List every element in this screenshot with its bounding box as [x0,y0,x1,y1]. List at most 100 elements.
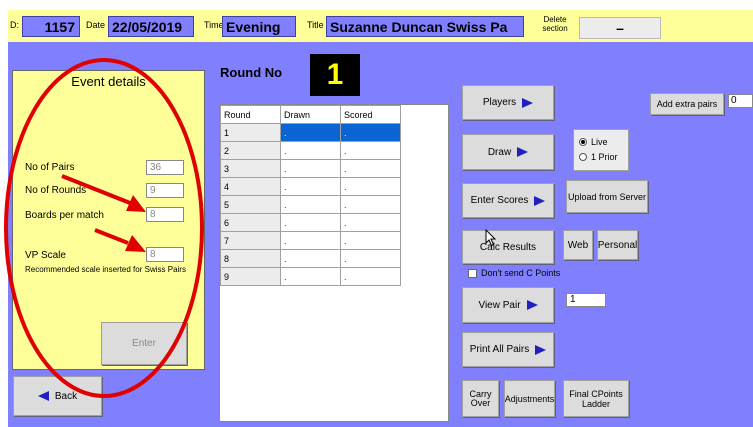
drawn-cell[interactable]: . [280,159,341,178]
back-button[interactable]: Back [13,376,102,416]
round-cell[interactable]: 6 [220,213,281,232]
vp-scale-label: VP Scale [25,250,66,261]
live-radio[interactable] [579,138,587,146]
enter-scores-button[interactable]: Enter Scores [462,183,554,218]
carry-over-button[interactable]: Carry Over [462,380,499,417]
drawn-cell[interactable]: . [280,249,341,268]
dont-send-cpoints-label: Don't send C Points [481,268,561,278]
draw-arrow-icon [517,147,529,157]
scored-cell[interactable]: . [340,249,401,268]
carry-over-label-2: Over [470,397,491,408]
table-row[interactable]: 4.. [220,177,401,196]
drawn-cell[interactable]: . [280,123,341,142]
round-no-display: 1 [310,54,360,96]
scored-cell[interactable]: . [340,123,401,142]
date-label: Date [86,20,106,30]
event-details-heading: Event details [71,74,146,89]
round-no-label: Round No [220,65,283,80]
drawn-cell[interactable]: . [280,213,341,232]
drawn-cell[interactable]: . [280,231,341,250]
personal-button[interactable]: Personal [597,230,638,260]
scored-cell[interactable]: . [340,159,401,178]
back-arrow-icon [37,391,49,401]
web-button[interactable]: Web [563,230,593,260]
table-row[interactable]: 7.. [220,231,401,250]
scored-cell[interactable]: . [340,195,401,214]
adjustments-button-label: Adjustments [504,393,555,404]
no-of-rounds-input[interactable]: 9 [146,183,184,198]
boards-per-match-label: Boards per match [25,210,104,221]
column-header-drawn: Drawn [280,105,341,124]
delete-section-label: Delete section [540,15,570,33]
players-arrow-icon [522,97,534,108]
date-field[interactable]: 22/05/2019 [108,16,194,37]
draw-mode-group [573,129,629,171]
table-row[interactable]: 9.. [220,267,401,286]
round-cell[interactable]: 2 [220,141,281,160]
boards-per-match-input[interactable]: 8 [146,207,184,222]
adjustments-button[interactable]: Adjustments [504,380,555,417]
table-header-row: Round Drawn Scored [220,105,401,124]
round-cell[interactable]: 1 [220,123,281,142]
drawn-cell[interactable]: . [280,195,341,214]
no-of-pairs-input[interactable]: 36 [146,160,184,175]
rounds-table-container: Round Drawn Scored 1..2..3..4..5..6..7..… [219,104,449,422]
column-header-round: Round [220,105,281,124]
enter-scores-button-label: Enter Scores [470,195,529,206]
view-pair-input[interactable]: 1 [566,293,606,307]
add-extra-pairs-label: Add extra pairs [656,99,718,109]
table-row[interactable]: 6.. [220,213,401,232]
final-cpoints-label-2: Ladder [581,398,611,409]
draw-button[interactable]: Draw [462,134,554,170]
time-label: Time [204,20,224,30]
table-row[interactable]: 5.. [220,195,401,214]
round-cell[interactable]: 8 [220,249,281,268]
print-all-pairs-button[interactable]: Print All Pairs [462,332,554,367]
drawn-cell[interactable]: . [280,177,341,196]
final-cpoints-ladder-button[interactable]: Final CPoints Ladder [563,380,629,417]
dont-send-cpoints-checkbox[interactable] [468,269,477,278]
players-button[interactable]: Players [462,85,554,120]
table-row[interactable]: 3.. [220,159,401,178]
id-field[interactable]: 1157 [22,16,80,37]
final-cpoints-label-1: Final CPoints [569,388,623,399]
personal-button-label: Personal [597,239,638,251]
scored-cell[interactable]: . [340,213,401,232]
drawn-cell[interactable]: . [280,267,341,286]
add-extra-pairs-input[interactable]: 0 [728,94,753,108]
delete-section-button[interactable]: – [579,17,661,39]
enter-button[interactable]: Enter [101,322,187,365]
drawn-cell[interactable]: . [280,141,341,160]
table-row[interactable]: 2.. [220,141,401,160]
radio-selected-dot-icon [581,140,585,144]
no-of-rounds-label: No of Rounds [25,185,87,196]
round-cell[interactable]: 4 [220,177,281,196]
rounds-table: Round Drawn Scored 1..2..3..4..5..6..7..… [220,105,401,286]
round-cell[interactable]: 3 [220,159,281,178]
web-button-label: Web [567,239,589,251]
draw-button-label: Draw [487,146,512,158]
view-pair-button[interactable]: View Pair [462,287,554,323]
round-cell[interactable]: 5 [220,195,281,214]
round-cell[interactable]: 7 [220,231,281,250]
view-pair-button-label: View Pair [478,299,521,311]
enter-scores-arrow-icon [534,195,546,206]
time-field[interactable]: Evening [222,16,296,37]
prior-radio[interactable] [579,153,587,161]
add-extra-pairs-button[interactable]: Add extra pairs [650,93,724,115]
scored-cell[interactable]: . [340,177,401,196]
upload-from-server-button[interactable]: Upload from Server [566,180,648,213]
id-label: D: [10,20,19,30]
title-field[interactable]: Suzanne Duncan Swiss Pa [326,16,524,37]
scored-cell[interactable]: . [340,267,401,286]
vp-scale-input[interactable]: 8 [146,247,184,262]
table-row[interactable]: 1.. [220,123,401,142]
table-row[interactable]: 8.. [220,249,401,268]
mouse-cursor-icon [485,229,497,247]
delete-label-line2: section [542,24,568,33]
round-cell[interactable]: 9 [220,267,281,286]
calc-results-button[interactable]: Calc Results [462,230,554,264]
scored-cell[interactable]: . [340,231,401,250]
print-all-pairs-arrow-icon [535,344,547,355]
scored-cell[interactable]: . [340,141,401,160]
